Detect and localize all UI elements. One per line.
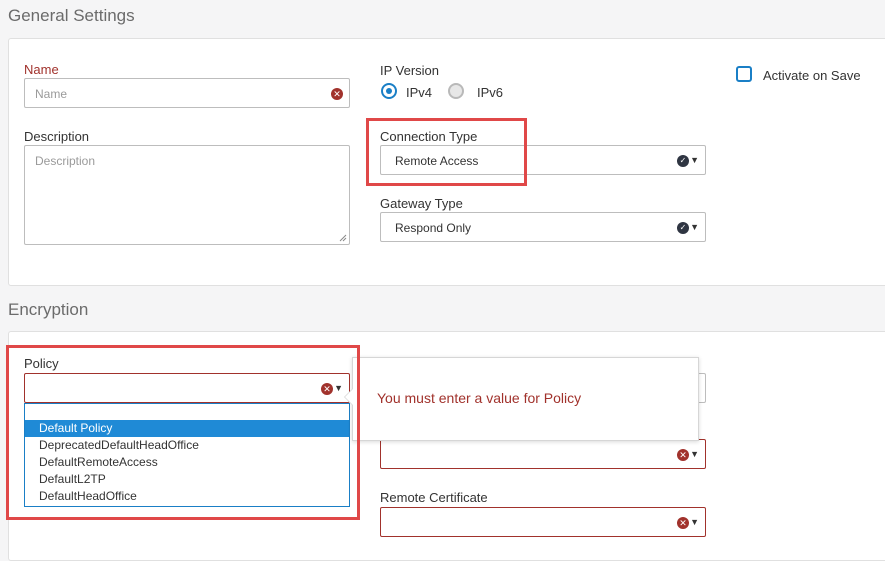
activate-on-save-checkbox[interactable] [736,66,752,82]
description-placeholder: Description [35,154,96,168]
ipv6-radio-label[interactable]: IPv6 [477,85,503,100]
description-label: Description [24,129,90,144]
policy-label: Policy [24,356,59,371]
connection-type-label: Connection Type [380,129,478,144]
remote-certificate-label: Remote Certificate [380,490,488,505]
validation-message: You must enter a value for Policy [377,390,582,406]
ipv6-radio[interactable] [448,83,464,99]
name-input[interactable]: Name ✕ [24,78,350,108]
policy-option[interactable]: Default Policy [25,420,349,437]
gateway-type-select[interactable]: Respond Only ✓ ▼ [380,212,706,242]
policy-option[interactable]: DefaultL2TP [25,471,349,488]
gateway-type-value: Respond Only [395,221,472,235]
clear-x-icon[interactable]: ✕ [677,517,689,529]
chevron-down-icon[interactable]: ▼ [334,383,343,393]
general-settings-title: General Settings [8,6,135,25]
policy-validation-tooltip: You must enter a value for Policy [344,357,699,441]
policy-dropdown-list[interactable]: Default Policy DeprecatedDefaultHeadOffi… [24,403,350,507]
policy-option[interactable]: DeprecatedDefaultHeadOffice [25,437,349,454]
clear-x-icon[interactable]: ✕ [321,383,333,395]
policy-option[interactable]: DefaultHeadOffice [25,488,349,505]
dropdown-spacer [25,404,349,420]
clear-x-icon[interactable]: ✕ [331,88,343,100]
chevron-down-icon[interactable]: ▼ [690,517,699,527]
connection-type-select[interactable]: Remote Access ✓ ▼ [380,145,706,175]
ip-version-label: IP Version [380,63,440,78]
ipv4-radio[interactable] [381,83,397,99]
remote-certificate-select[interactable]: ✕ ▼ [380,507,706,537]
resize-handle-icon[interactable] [339,234,347,242]
name-placeholder: Name [35,87,68,101]
chevron-down-icon[interactable]: ▼ [690,222,699,232]
chevron-down-icon[interactable]: ▼ [690,155,699,165]
description-textarea[interactable]: Description [24,145,350,245]
check-circle-icon: ✓ [677,155,689,167]
policy-option[interactable]: DefaultRemoteAccess [25,454,349,471]
policy-select[interactable]: ✕ ▼ [24,373,350,403]
check-circle-icon: ✓ [677,222,689,234]
chevron-down-icon[interactable]: ▼ [690,449,699,459]
name-label: Name [24,62,59,77]
connection-type-value: Remote Access [395,154,479,168]
encryption-field-error[interactable]: ✕ ▼ [380,439,706,469]
encryption-title: Encryption [8,300,89,319]
gateway-type-label: Gateway Type [380,196,463,211]
clear-x-icon[interactable]: ✕ [677,449,689,461]
activate-on-save-label[interactable]: Activate on Save [763,68,861,83]
ipv4-radio-label[interactable]: IPv4 [406,85,432,100]
